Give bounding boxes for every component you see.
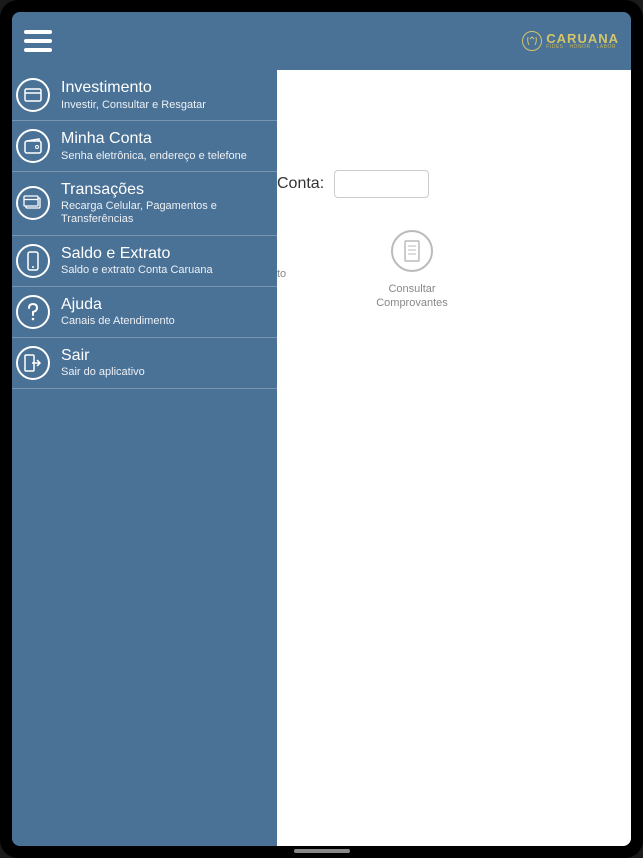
laurel-icon [522, 31, 542, 51]
brand-logo: CARUANA FIDES · HONOR · LABOR [522, 31, 619, 51]
sidebar-item-desc: Canais de Atendimento [61, 315, 269, 328]
account-label: Conta: [277, 175, 324, 193]
sidebar-item-sair[interactable]: Sair Sair do aplicativo [12, 338, 277, 389]
sidebar-item-desc: Recarga Celular, Pagamentos e Transferên… [61, 200, 269, 226]
help-icon [16, 295, 50, 329]
sidebar-item-title: Minha Conta [61, 129, 269, 148]
account-row: Conta: [277, 170, 429, 198]
home-indicator [294, 849, 350, 853]
sidebar-item-minha-conta[interactable]: Minha Conta Senha eletrônica, endereço e… [12, 121, 277, 172]
menu-button[interactable] [24, 30, 52, 52]
sidebar-item-title: Saldo e Extrato [61, 244, 269, 263]
content-area: Conta: to Consultar Comprovantes [12, 70, 631, 846]
sidebar-item-title: Ajuda [61, 295, 269, 314]
consultar-comprovantes-button[interactable]: Consultar Comprovantes [367, 230, 457, 311]
sidebar-item-investimento[interactable]: Investimento Investir, Consultar e Resga… [12, 70, 277, 121]
main-panel: Conta: to Consultar Comprovantes [277, 70, 631, 846]
sidebar-item-ajuda[interactable]: Ajuda Canais de Atendimento [12, 287, 277, 338]
sidebar-item-desc: Saldo e extrato Conta Caruana [61, 264, 269, 277]
partial-action-label: to [277, 268, 286, 280]
action-label: Consultar Comprovantes [367, 282, 457, 311]
wallet-icon [16, 129, 50, 163]
app-screen: CARUANA FIDES · HONOR · LABOR Conta: to [12, 12, 631, 846]
app-header: CARUANA FIDES · HONOR · LABOR [12, 12, 631, 70]
account-input[interactable] [334, 170, 429, 198]
receipt-icon [391, 230, 433, 272]
sidebar-item-title: Sair [61, 346, 269, 365]
sidebar-item-transacoes[interactable]: Transações Recarga Celular, Pagamentos e… [12, 172, 277, 236]
phone-icon [16, 244, 50, 278]
sidebar-item-desc: Sair do aplicativo [61, 366, 269, 379]
brand-tagline: FIDES · HONOR · LABOR [546, 45, 619, 50]
sidebar-menu: Investimento Investir, Consultar e Resga… [12, 70, 277, 389]
sidebar-item-saldo-extrato[interactable]: Saldo e Extrato Saldo e extrato Conta Ca… [12, 236, 277, 287]
sidebar-item-desc: Senha eletrônica, endereço e telefone [61, 150, 269, 163]
sidebar-item-title: Investimento [61, 78, 269, 97]
sidebar-item-title: Transações [61, 180, 269, 199]
cards-icon [16, 186, 50, 220]
card-icon [16, 78, 50, 112]
device-frame: CARUANA FIDES · HONOR · LABOR Conta: to [0, 0, 643, 858]
sidebar-item-desc: Investir, Consultar e Resgatar [61, 99, 269, 112]
exit-icon [16, 346, 50, 380]
